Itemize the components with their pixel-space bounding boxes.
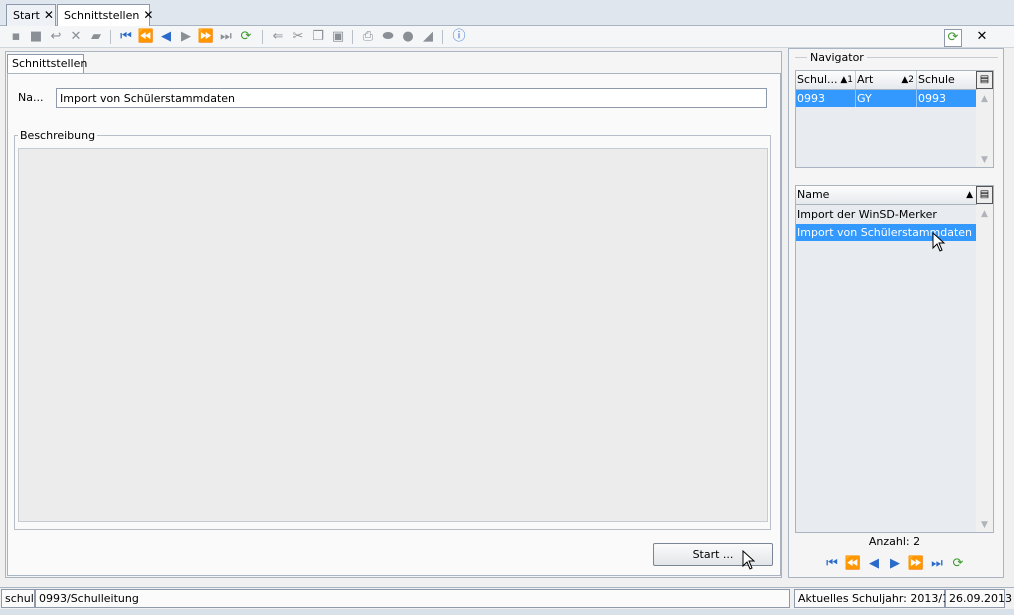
column-chooser-icon[interactable]: ▤ (976, 186, 993, 204)
paste-icon[interactable]: ▣ (330, 29, 346, 45)
undo-icon[interactable]: ↩ (48, 29, 64, 45)
school-grid-scrollbar[interactable]: ▲ ▼ (976, 90, 993, 167)
column-header-schule-label: Schule (918, 73, 955, 86)
status-user: schul (1, 589, 35, 608)
next-icon[interactable]: ▶ (887, 556, 903, 572)
prev-page-icon[interactable]: ⏪ (845, 556, 861, 572)
status-date: 26.09.2013 (945, 589, 1012, 608)
cell-schule: 0993 (918, 92, 946, 105)
first-icon[interactable]: ⏮ (118, 29, 134, 45)
description-legend: Beschreibung (18, 129, 98, 142)
list-item[interactable]: Import der WinSD-Merker (796, 206, 977, 223)
brush-icon[interactable]: ◢ (420, 29, 436, 45)
interface-grid: Name ▲ ▤ Import der WinSD-Merker Import … (795, 185, 994, 533)
status-bar: schul 0993/Schulleitung Aktuelles Schulj… (0, 587, 1014, 609)
comment-icon[interactable]: ▰ (88, 29, 104, 45)
toolbar: ▪ ■ ↩ ✕ ▰ ⏮ ⏪ ◀ ▶ ⏩ ⏭ ⟳ ⇐ ✂ ❐ ▣ ⎙ ⬬ ● ◢ … (0, 26, 1014, 48)
column-header-name-label: Name (797, 188, 830, 201)
tab-schnittstellen-close-icon[interactable]: ✕ (143, 8, 153, 22)
column-chooser-icon[interactable]: ▤ (976, 71, 993, 89)
new-icon[interactable]: ▪ (8, 29, 24, 45)
help-icon[interactable]: ⓘ (451, 29, 467, 45)
interface-grid-scrollbar[interactable]: ▲ ▼ (976, 205, 993, 532)
prev-icon[interactable]: ◀ (158, 29, 174, 45)
tab-schnittstellen[interactable]: Schnittstellen ✕ (57, 4, 153, 27)
cell-art: GY (856, 90, 917, 107)
name-label: Na... (18, 91, 44, 104)
next-page-icon[interactable]: ⏩ (198, 29, 214, 45)
next-page-icon[interactable]: ⏩ (908, 556, 924, 572)
scroll-up-icon[interactable]: ▲ (976, 209, 993, 219)
toolbar-separator (442, 30, 443, 44)
copy-icon[interactable]: ❐ (310, 29, 326, 45)
toolbar-separator (110, 30, 111, 44)
sort-asc-icon: ▲1 (840, 75, 853, 85)
save-icon[interactable]: ■ (28, 29, 44, 45)
school-grid-header: Schul... ▲1 Art ▲2 Schule (796, 71, 977, 90)
next-icon[interactable]: ▶ (178, 29, 194, 45)
column-header-art-label: Art (857, 73, 874, 86)
column-header-schul-label: Schul... (797, 73, 838, 86)
table-row[interactable]: 0993 GY 0993 (796, 90, 977, 107)
inner-tab-schnittstellen[interactable]: Schnittstellen (7, 54, 87, 73)
refresh-icon[interactable]: ⟳ (238, 29, 254, 45)
navigator-title: Navigator (807, 51, 867, 64)
delete-icon[interactable]: ✕ (68, 29, 84, 45)
prev-page-icon[interactable]: ⏪ (138, 29, 154, 45)
window-refresh-icon[interactable]: ⟳ (944, 29, 962, 47)
scroll-down-icon[interactable]: ▼ (976, 520, 993, 530)
scroll-down-icon[interactable]: ▼ (976, 155, 993, 165)
back-icon[interactable]: ⇐ (270, 29, 286, 45)
sort-asc-icon: ▲2 (901, 75, 914, 85)
cut-icon[interactable]: ✂ (290, 29, 306, 45)
mouse-cursor-icon (932, 232, 946, 252)
refresh-icon[interactable]: ⟳ (950, 556, 966, 572)
list-item[interactable]: Import von Schülerstammdaten (796, 224, 977, 241)
status-school-year: Aktuelles Schuljahr: 2013/14 (794, 589, 956, 608)
tab-start[interactable]: Start ✕ (6, 4, 56, 26)
preview-icon[interactable]: ⬬ (380, 29, 396, 45)
mouse-cursor-icon (742, 550, 756, 570)
close-view-button[interactable]: ✕ (974, 29, 990, 45)
column-header-art[interactable]: Art ▲2 (856, 71, 917, 89)
record-count: Anzahl: 2 (868, 535, 921, 548)
column-header-schul[interactable]: Schul... ▲1 (796, 71, 856, 89)
idea-icon[interactable]: ● (400, 29, 416, 45)
print-icon[interactable]: ⎙ (360, 29, 376, 45)
scroll-up-icon[interactable]: ▲ (976, 94, 993, 104)
document-tab-strip: Start ✕ Schnittstellen ✕ (0, 0, 1014, 27)
last-icon[interactable]: ⏭ (929, 556, 945, 572)
window-bottom-edge (0, 609, 1014, 615)
first-icon[interactable]: ⏮ (824, 556, 840, 572)
column-header-schule[interactable]: Schule (917, 71, 977, 89)
interface-grid-header: Name ▲ (796, 186, 977, 205)
column-header-name[interactable]: Name ▲ (796, 186, 977, 204)
toolbar-separator (352, 30, 353, 44)
last-icon[interactable]: ⏭ (218, 29, 234, 45)
tab-schnittstellen-label: Schnittstellen (64, 9, 140, 22)
status-school: 0993/Schulleitung (35, 589, 790, 608)
prev-icon[interactable]: ◀ (866, 556, 882, 572)
toolbar-separator (262, 30, 263, 44)
navigator-nav-bar: ⏮ ⏪ ◀ ▶ ⏩ ⏭ ⟳ (795, 554, 994, 574)
name-field[interactable] (56, 88, 767, 108)
tab-start-label: Start (13, 9, 40, 22)
sort-asc-icon: ▲ (966, 190, 973, 200)
cell-schul: 0993 (796, 90, 856, 107)
tab-start-close-icon[interactable]: ✕ (44, 8, 54, 22)
description-textarea[interactable] (18, 148, 768, 522)
school-grid: Schul... ▲1 Art ▲2 Schule ▤ 0993 GY 0993… (795, 70, 994, 168)
